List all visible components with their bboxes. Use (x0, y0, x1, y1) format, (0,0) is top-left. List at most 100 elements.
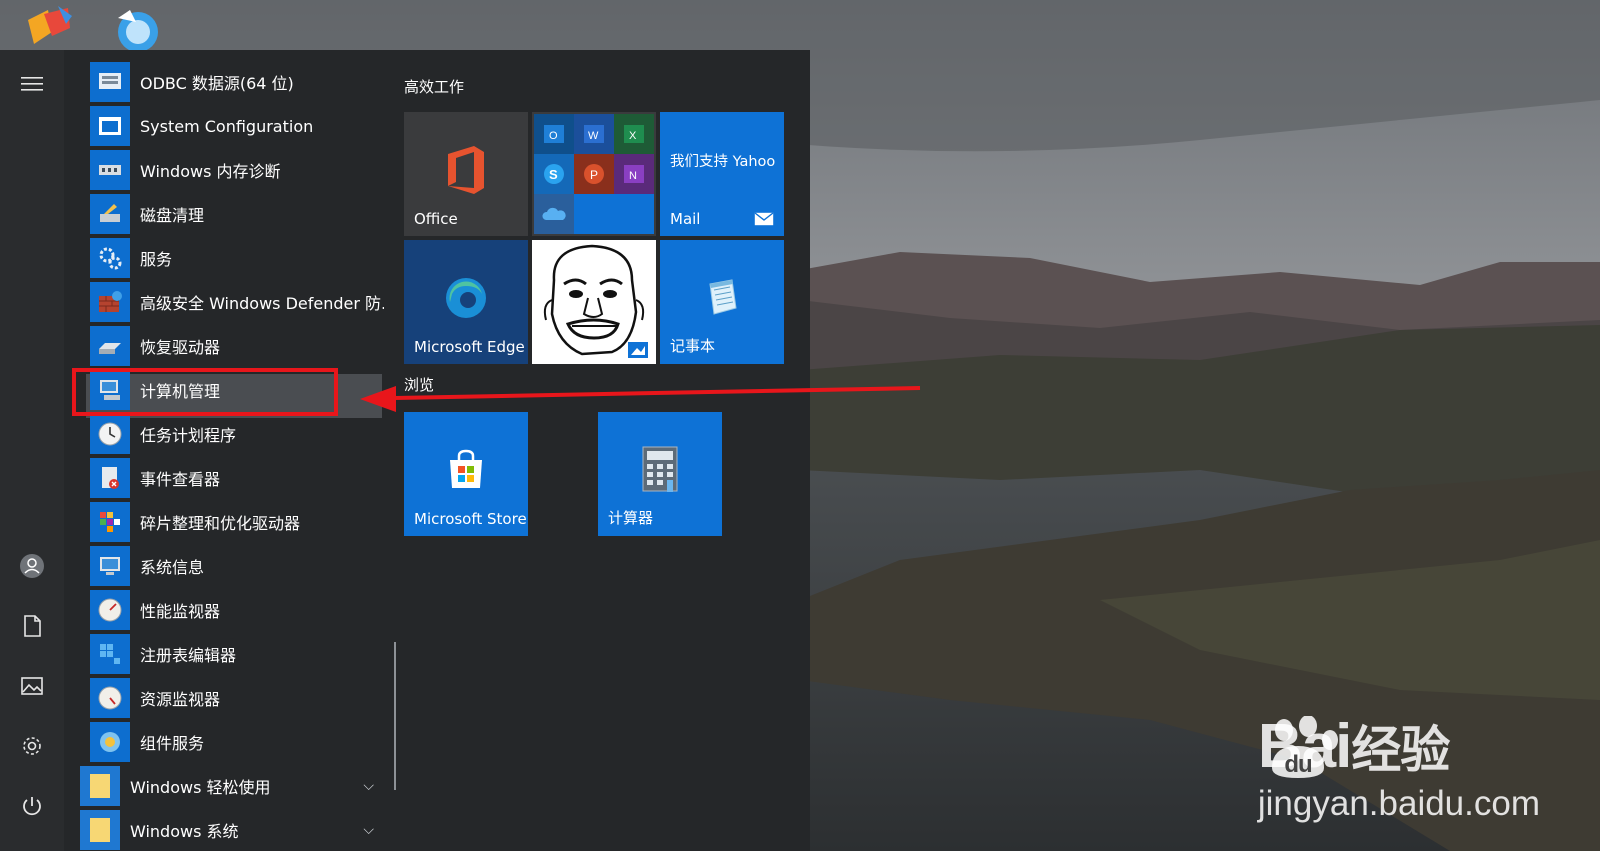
svg-text:W: W (588, 130, 599, 142)
tile-label: Microsoft Edge (414, 338, 525, 356)
component-services-icon (90, 722, 130, 762)
tile-mail[interactable]: 我们支持 Yahoo Mail (660, 112, 784, 236)
app-label: 磁盘清理 (140, 206, 205, 225)
app-label: 资源监视器 (140, 690, 221, 709)
app-label: 系统信息 (140, 558, 205, 577)
app-item-services[interactable]: 服务 (90, 236, 380, 280)
app-item-task-scheduler[interactable]: 任务计划程序 (90, 412, 380, 456)
meme-face-image (543, 244, 648, 358)
app-item-defrag[interactable]: 碎片整理和优化驱动器 (90, 500, 380, 544)
word-icon[interactable]: W (574, 114, 614, 154)
tile-office-apps[interactable]: O W X S P N (532, 112, 656, 236)
tile-area: 高效工作 Office O W X S P N 我们支持 Yahoo Mail (404, 50, 810, 851)
app-label: 恢复驱动器 (140, 338, 221, 357)
app-item-event-viewer[interactable]: 事件查看器 (90, 456, 380, 500)
performance-monitor-icon (90, 590, 130, 630)
power-icon[interactable] (12, 786, 52, 826)
tile-mail-message: 我们支持 Yahoo (670, 154, 776, 170)
app-label: 性能监视器 (140, 602, 221, 621)
defrag-icon (90, 502, 130, 542)
app-item-recovery-drive[interactable]: 恢复驱动器 (90, 324, 380, 368)
baidu-watermark: Bai du 经验 jingyan.baidu.com (1258, 716, 1540, 822)
highlight-box (72, 368, 338, 416)
app-item-system-configuration[interactable]: System Configuration (90, 104, 380, 148)
paw-icon: du (1271, 716, 1338, 778)
folder-icon (80, 810, 120, 850)
desktop-browser-icon[interactable] (110, 4, 166, 54)
pictures-icon[interactable] (12, 666, 52, 706)
hamburger-icon[interactable] (12, 64, 52, 104)
folder-label: Windows 系统 (130, 822, 239, 841)
app-item-odbc[interactable]: ODBC 数据源(64 位) (90, 60, 380, 104)
folder-label: Windows 轻松使用 (130, 778, 271, 797)
onenote-icon[interactable]: N (614, 154, 654, 194)
app-label: 组件服务 (140, 734, 205, 753)
disk-cleanup-icon (90, 194, 130, 234)
svg-text:N: N (629, 170, 637, 182)
app-label: 任务计划程序 (140, 426, 237, 445)
start-menu: ODBC 数据源(64 位) System Configuration Wind… (0, 50, 810, 851)
app-label: ODBC 数据源(64 位) (140, 74, 294, 93)
system-info-icon (90, 546, 130, 586)
user-icon[interactable] (12, 546, 52, 586)
app-item-resource-monitor[interactable]: 资源监视器 (90, 676, 380, 720)
tile-office[interactable]: Office (404, 112, 528, 236)
registry-editor-icon (90, 634, 130, 674)
powerpoint-icon[interactable]: P (574, 154, 614, 194)
system-config-icon (90, 106, 130, 146)
chevron-down-icon[interactable]: ⌵ (363, 822, 374, 838)
app-label: System Configuration (140, 116, 314, 136)
tile-label: 计算器 (608, 509, 654, 527)
watermark-logo-right: 经验 (1351, 722, 1450, 778)
app-item-performance-monitor[interactable]: 性能监视器 (90, 588, 380, 632)
svg-text:S: S (549, 167, 558, 182)
notepad-icon (709, 279, 737, 315)
app-label: 碎片整理和优化驱动器 (140, 514, 301, 533)
store-icon (450, 449, 482, 488)
svg-text:O: O (549, 130, 558, 142)
document-icon[interactable] (12, 606, 52, 646)
calculator-icon (642, 446, 678, 492)
folder-windows-system[interactable]: Windows 系统 ⌵ (80, 808, 380, 851)
app-item-system-info[interactable]: 系统信息 (90, 544, 380, 588)
tile-store[interactable]: Microsoft Store (404, 412, 528, 536)
tile-edge[interactable]: Microsoft Edge (404, 240, 528, 364)
mail-icon (754, 212, 774, 226)
firewall-icon (90, 282, 130, 322)
chevron-down-icon[interactable]: ⌵ (363, 778, 374, 794)
app-item-registry-editor[interactable]: 注册表编辑器 (90, 632, 380, 676)
app-item-memory-diagnostic[interactable]: Windows 内存诊断 (90, 148, 380, 192)
tile-group-title: 浏览 (404, 376, 435, 394)
outlook-icon[interactable]: O (534, 114, 574, 154)
onedrive-icon[interactable] (534, 194, 574, 234)
app-label: 高级安全 Windows Defender 防... (140, 294, 384, 313)
tile-label: Office (414, 210, 458, 228)
app-label: Windows 内存诊断 (140, 162, 281, 181)
folder-ease-of-access[interactable]: Windows 轻松使用 ⌵ (80, 764, 380, 808)
app-item-component-services[interactable]: 组件服务 (90, 720, 380, 764)
settings-icon[interactable] (12, 726, 52, 766)
app-item-disk-cleanup[interactable]: 磁盘清理 (90, 192, 380, 236)
tile-calculator[interactable]: 计算器 (598, 412, 722, 536)
app-label: 注册表编辑器 (140, 646, 237, 665)
skype-icon[interactable]: S (534, 154, 574, 194)
tile-label: Microsoft Store (414, 510, 527, 528)
services-icon (90, 238, 130, 278)
app-item-firewall[interactable]: 高级安全 Windows Defender 防... (90, 280, 384, 324)
start-rail (0, 50, 64, 851)
app-label: 服务 (140, 250, 173, 269)
folder-icon (80, 766, 120, 806)
app-list: ODBC 数据源(64 位) System Configuration Wind… (64, 50, 384, 851)
scrollbar[interactable] (394, 642, 396, 790)
odbc-icon (90, 62, 130, 102)
desktop-app-icon[interactable] (22, 4, 78, 54)
tile-group-title: 高效工作 (404, 78, 465, 96)
task-scheduler-icon (90, 414, 130, 454)
resource-monitor-icon (90, 678, 130, 718)
tile-notepad[interactable]: 记事本 (660, 240, 784, 364)
tile-photos[interactable] (532, 240, 656, 364)
memory-diagnostic-icon (90, 150, 130, 190)
office-icon (448, 146, 484, 194)
excel-icon[interactable]: X (614, 114, 654, 154)
svg-text:du: du (1284, 751, 1312, 778)
